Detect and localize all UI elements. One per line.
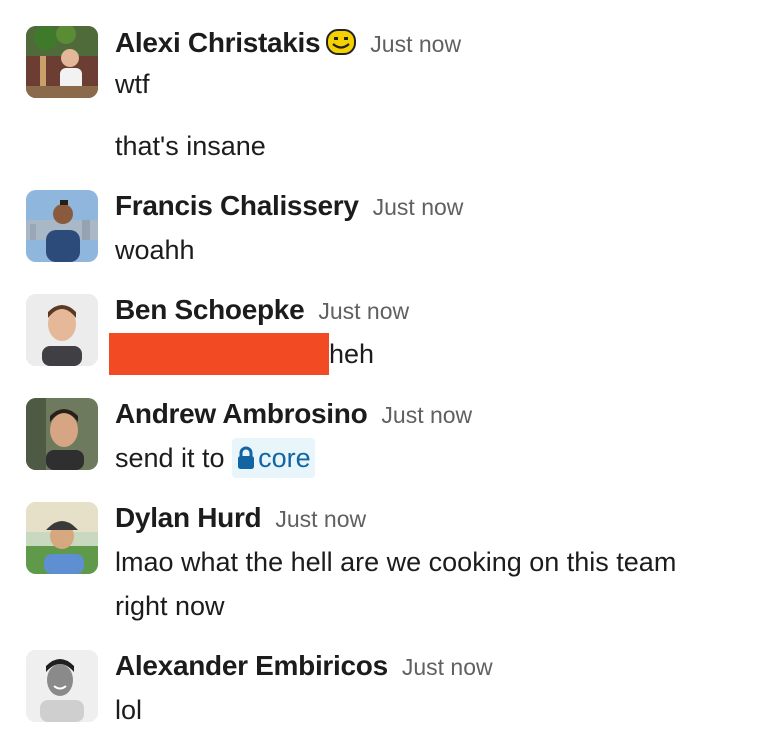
message-text: heh — [329, 339, 375, 369]
timestamp[interactable]: Just now — [402, 654, 493, 681]
message-andrew-ambrosino[interactable]: Andrew Ambrosino Just now send it to cor… — [0, 398, 760, 482]
avatar-photo-icon — [26, 398, 98, 470]
message-alexi-christakis[interactable]: Alexi Christakis Just now wtf that's ins… — [0, 26, 760, 176]
avatar-photo-icon — [26, 190, 98, 262]
avatar-alexi-christakis[interactable] — [26, 26, 98, 98]
message-text: wtf — [115, 69, 150, 99]
message-header: Ben Schoepke Just now — [115, 294, 409, 328]
message-feed: Alexi Christakis Just now wtf that's ins… — [0, 0, 760, 750]
avatar-ben-schoepke[interactable] — [26, 294, 98, 366]
avatar-francis-chalissery[interactable] — [26, 190, 98, 262]
message-text: woahh — [115, 235, 195, 265]
message-text: right now — [115, 591, 225, 621]
avatar-photo-icon — [26, 650, 98, 722]
smile-face-emoji-icon[interactable] — [326, 29, 357, 55]
message-text: lmao what the hell are we cooking on thi… — [115, 547, 677, 577]
message-francis-chalissery[interactable]: Francis Chalissery Just now woahh — [0, 190, 760, 270]
author-name[interactable]: Andrew Ambrosino — [115, 398, 368, 430]
message-header: Dylan Hurd Just now — [115, 502, 366, 536]
author-name[interactable]: Alexander Embiricos — [115, 650, 388, 682]
message-text: that's insane — [115, 131, 266, 161]
timestamp[interactable]: Just now — [275, 506, 366, 533]
avatar-alexander-embiricos[interactable] — [26, 650, 98, 722]
previous-message-fragment — [26, 0, 86, 2]
message-text: send it to — [115, 443, 233, 473]
message-dylan-hurd[interactable]: Dylan Hurd Just now lmao what the hell a… — [0, 502, 760, 632]
avatar-photo-icon — [26, 26, 98, 98]
message-alexander-embiricos[interactable]: Alexander Embiricos Just now lol — [0, 650, 760, 740]
message-header: Alexander Embiricos Just now — [115, 650, 493, 684]
author-name[interactable]: Dylan Hurd — [115, 502, 262, 534]
timestamp[interactable]: Just now — [370, 31, 461, 58]
channel-mention-core[interactable]: core — [232, 438, 315, 478]
message-text-line: heh — [109, 332, 375, 377]
message-text-line: send it to core — [115, 436, 315, 480]
message-header: Francis Chalissery Just now — [115, 190, 463, 224]
message-header: Andrew Ambrosino Just now — [115, 398, 472, 432]
lock-icon — [236, 441, 256, 469]
avatar-photo-icon — [26, 502, 98, 574]
timestamp[interactable]: Just now — [318, 298, 409, 325]
timestamp[interactable]: Just now — [381, 402, 472, 429]
author-name[interactable]: Alexi Christakis — [115, 27, 321, 59]
channel-name: core — [258, 443, 311, 473]
redaction-block — [109, 332, 329, 375]
avatar-andrew-ambrosino[interactable] — [26, 398, 98, 470]
message-text: lol — [115, 695, 143, 725]
message-header: Alexi Christakis Just now — [115, 26, 461, 60]
avatar-photo-icon — [26, 294, 98, 366]
avatar-dylan-hurd[interactable] — [26, 502, 98, 574]
author-name[interactable]: Ben Schoepke — [115, 294, 305, 326]
author-name[interactable]: Francis Chalissery — [115, 190, 359, 222]
message-ben-schoepke[interactable]: Ben Schoepke Just now heh — [0, 294, 760, 378]
timestamp[interactable]: Just now — [373, 194, 464, 221]
